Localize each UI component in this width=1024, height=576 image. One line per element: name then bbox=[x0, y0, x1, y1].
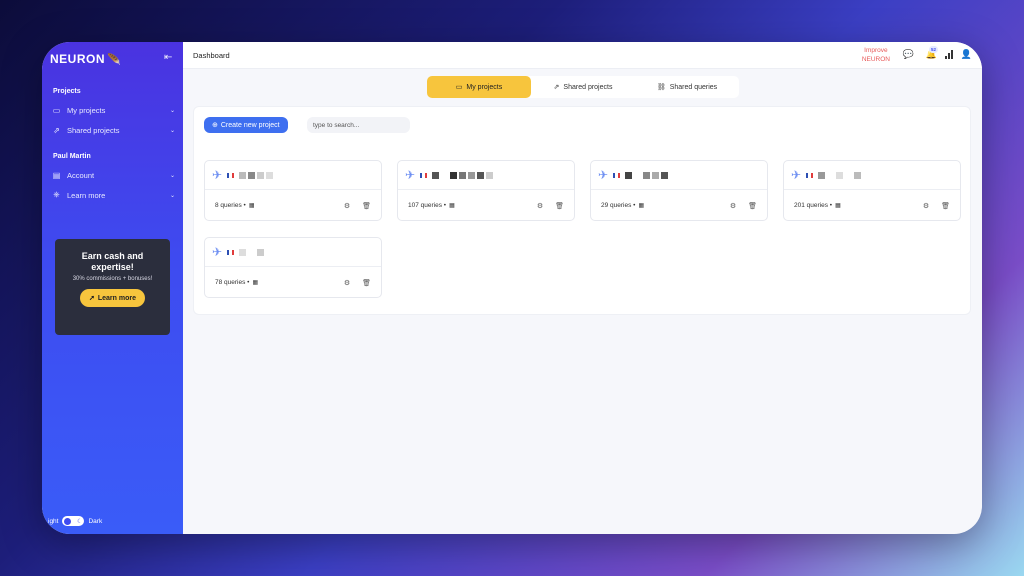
page-title: Dashboard bbox=[193, 51, 230, 60]
link-icon: ⛓ bbox=[656, 84, 666, 91]
sidebar-item-shared-projects[interactable]: ⇗ Shared projects ⌄ bbox=[51, 122, 175, 138]
share-icon: ⇗ bbox=[53, 125, 60, 135]
settings-gear-icon[interactable]: ⚙ bbox=[730, 202, 736, 210]
calendar-icon: ▦ bbox=[835, 203, 841, 209]
project-card-header: ✈ bbox=[205, 238, 381, 267]
moon-icon: ☾ bbox=[77, 518, 83, 525]
trash-icon[interactable]: 🗑 bbox=[362, 202, 371, 210]
neuron-logo[interactable]: NEURON 🪶 bbox=[50, 52, 121, 66]
collapse-sidebar-icon[interactable]: ⇤ bbox=[164, 52, 172, 63]
query-count: 201 queries • bbox=[794, 202, 833, 209]
feather-icon: 🪶 bbox=[107, 53, 122, 66]
project-card[interactable]: ✈ 29 queries • ▦ ⚙ 🗑 bbox=[590, 160, 768, 221]
redacted-project-name bbox=[818, 171, 862, 179]
trash-icon[interactable]: 🗑 bbox=[941, 202, 950, 210]
france-flag-icon bbox=[613, 172, 621, 178]
redacted-project-name bbox=[239, 171, 274, 179]
france-flag-icon bbox=[420, 172, 428, 178]
project-card-footer: 29 queries • ▦ ⚙ 🗑 bbox=[591, 190, 767, 221]
tab-shared-queries[interactable]: ⛓ Shared queries bbox=[635, 76, 739, 98]
project-card[interactable]: ✈ 201 queries • ▦ ⚙ 🗑 bbox=[783, 160, 961, 221]
promo-subtitle: 30% commissions + bonuses! bbox=[72, 276, 153, 282]
project-card[interactable]: ✈ 107 queries • ▦ ⚙ 🗑 bbox=[397, 160, 575, 221]
gift-icon: ⎈ bbox=[53, 190, 60, 199]
calendar-icon: ▦ bbox=[638, 203, 645, 209]
create-new-project-button[interactable]: ⊕ Create new project bbox=[204, 117, 288, 133]
projects-section-label: Projects bbox=[53, 88, 81, 95]
query-count: 78 queries • bbox=[215, 279, 250, 286]
search-input[interactable] bbox=[307, 117, 410, 133]
project-card-footer: 201 queries • ▦ ⚙ 🗑 bbox=[784, 190, 960, 221]
settings-gear-icon[interactable]: ⚙ bbox=[923, 202, 929, 210]
project-card-footer: 107 queries • ▦ ⚙ 🗑 bbox=[398, 190, 574, 221]
airplane-icon: ✈ bbox=[405, 168, 416, 182]
calendar-icon: ▦ bbox=[252, 280, 259, 286]
project-card-header: ✈ bbox=[784, 161, 960, 190]
redacted-project-name bbox=[432, 171, 494, 179]
chevron-down-icon: ⌄ bbox=[169, 107, 175, 114]
project-card-header: ✈ bbox=[591, 161, 767, 190]
france-flag-icon bbox=[806, 172, 814, 178]
chevron-down-icon: ⌄ bbox=[169, 192, 175, 199]
notification-badge: 52 bbox=[928, 46, 938, 53]
folder-icon: ▭ bbox=[455, 84, 463, 91]
trash-icon[interactable]: 🗑 bbox=[555, 202, 564, 210]
query-count: 107 queries • bbox=[408, 202, 447, 209]
user-name-label: Paul Martin bbox=[53, 153, 91, 160]
id-card-icon: ▤ bbox=[52, 170, 61, 180]
redacted-project-name bbox=[239, 248, 265, 256]
sidebar-item-account[interactable]: ▤ Account ⌄ bbox=[51, 167, 175, 183]
promo-learn-more-button[interactable]: ➚ Learn more bbox=[80, 289, 145, 307]
project-card[interactable]: ✈ 8 queries • ▦ ⚙ 🗑 bbox=[204, 160, 382, 221]
trash-icon[interactable]: 🗑 bbox=[362, 279, 371, 287]
airplane-icon: ✈ bbox=[212, 168, 223, 182]
project-card-header: ✈ bbox=[398, 161, 574, 190]
france-flag-icon bbox=[227, 249, 235, 255]
chevron-down-icon: ⌄ bbox=[169, 127, 175, 134]
sun-icon bbox=[64, 517, 72, 525]
rocket-icon: ➚ bbox=[89, 295, 95, 302]
project-card-footer: 78 queries • ▦ ⚙ 🗑 bbox=[205, 267, 381, 298]
top-bar: Dashboard Improve NEURON 💬 🔔 52 👤 bbox=[183, 42, 982, 69]
calendar-icon: ▦ bbox=[449, 203, 455, 209]
dark-label: Dark bbox=[88, 517, 103, 525]
folder-icon: ▭ bbox=[52, 105, 61, 115]
france-flag-icon bbox=[227, 172, 235, 178]
sidebar-item-learn-more[interactable]: ⎈ Learn more ⌄ bbox=[51, 187, 175, 203]
theme-switch[interactable]: ☾ bbox=[62, 516, 85, 526]
chevron-down-icon: ⌄ bbox=[169, 172, 175, 179]
redacted-project-name bbox=[625, 171, 669, 179]
calendar-icon: ▦ bbox=[248, 203, 255, 209]
airplane-icon: ✈ bbox=[791, 168, 802, 182]
settings-gear-icon[interactable]: ⚙ bbox=[344, 202, 350, 210]
tab-my-projects[interactable]: ▭ My projects bbox=[427, 76, 531, 98]
project-tabs: ▭ My projects ⇗ Shared projects ⛓ Shared… bbox=[427, 76, 739, 98]
sidebar: NEURON 🪶 ⇤ Projects ▭ My projects ⌄ ⇗ Sh… bbox=[42, 42, 183, 534]
signal-icon bbox=[945, 50, 953, 59]
settings-gear-icon[interactable]: ⚙ bbox=[537, 202, 543, 210]
light-label: ight bbox=[48, 517, 59, 525]
user-icon[interactable]: 👤 bbox=[961, 49, 972, 60]
theme-toggle[interactable]: ight ☾ Dark bbox=[48, 516, 102, 526]
airplane-icon: ✈ bbox=[212, 245, 223, 259]
settings-gear-icon[interactable]: ⚙ bbox=[344, 279, 350, 287]
promo-card: Earn cash and expertise! 30% commissions… bbox=[55, 239, 170, 335]
projects-panel: ⊕ Create new project ✈ 8 queries • ▦ ⚙ 🗑 bbox=[193, 106, 971, 315]
tab-shared-projects[interactable]: ⇗ Shared projects bbox=[531, 76, 635, 98]
query-count: 8 queries • bbox=[215, 202, 246, 209]
airplane-icon: ✈ bbox=[598, 168, 609, 182]
chat-icon[interactable]: 💬 bbox=[903, 49, 914, 60]
plus-circle-icon: ⊕ bbox=[212, 122, 218, 129]
project-card-header: ✈ bbox=[205, 161, 381, 190]
promo-title: Earn cash and expertise! bbox=[81, 251, 144, 272]
project-card-footer: 8 queries • ▦ ⚙ 🗑 bbox=[205, 190, 381, 221]
sidebar-item-my-projects[interactable]: ▭ My projects ⌄ bbox=[51, 102, 175, 118]
app-window: NEURON 🪶 ⇤ Projects ▭ My projects ⌄ ⇗ Sh… bbox=[42, 42, 982, 534]
share-icon: ⇗ bbox=[553, 84, 560, 91]
improve-neuron-link[interactable]: Improve NEURON bbox=[862, 47, 890, 64]
trash-icon[interactable]: 🗑 bbox=[748, 202, 757, 210]
project-card[interactable]: ✈ 78 queries • ▦ ⚙ 🗑 bbox=[204, 237, 382, 298]
query-count: 29 queries • bbox=[601, 202, 636, 209]
